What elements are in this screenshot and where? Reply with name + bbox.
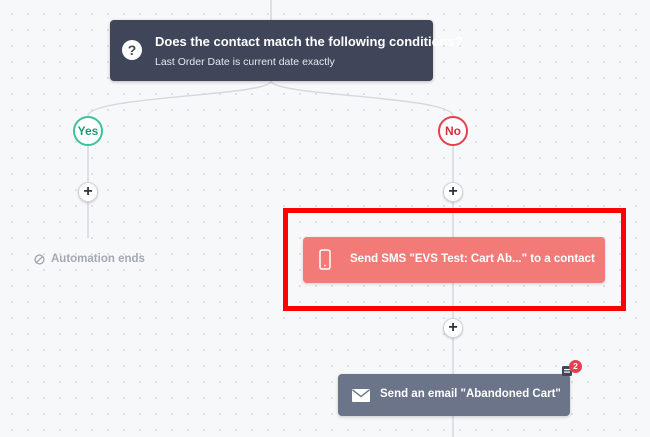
add-step-button-yes[interactable]: +: [78, 182, 98, 202]
add-step-button-after-sms[interactable]: +: [443, 318, 463, 338]
condition-card[interactable]: ? Does the contact match the following c…: [110, 20, 463, 81]
phone-icon: [319, 249, 331, 270]
question-icon: ?: [122, 40, 142, 60]
notification-count-badge: 2: [569, 360, 582, 373]
ban-icon: [34, 253, 45, 265]
send-email-action[interactable]: Send an email "Abandoned Cart": [338, 374, 570, 416]
automation-canvas: ? Does the contact match the following c…: [0, 0, 650, 437]
automation-ends: Automation ends: [34, 253, 145, 265]
send-sms-action[interactable]: Send SMS "EVS Test: Cart Ab..." to a con…: [303, 237, 605, 283]
send-sms-label: Send SMS "EVS Test: Cart Ab..." to a con…: [350, 253, 595, 265]
envelope-icon: [352, 389, 370, 402]
branch-yes-badge[interactable]: Yes: [73, 116, 103, 146]
send-email-label: Send an email "Abandoned Cart": [380, 388, 561, 400]
condition-title: Does the contact match the following con…: [155, 34, 463, 49]
automation-ends-label: Automation ends: [51, 253, 145, 265]
add-step-button-no[interactable]: +: [443, 182, 463, 202]
branch-no-badge[interactable]: No: [438, 116, 468, 146]
condition-subtitle: Last Order Date is current date exactly: [155, 56, 335, 68]
